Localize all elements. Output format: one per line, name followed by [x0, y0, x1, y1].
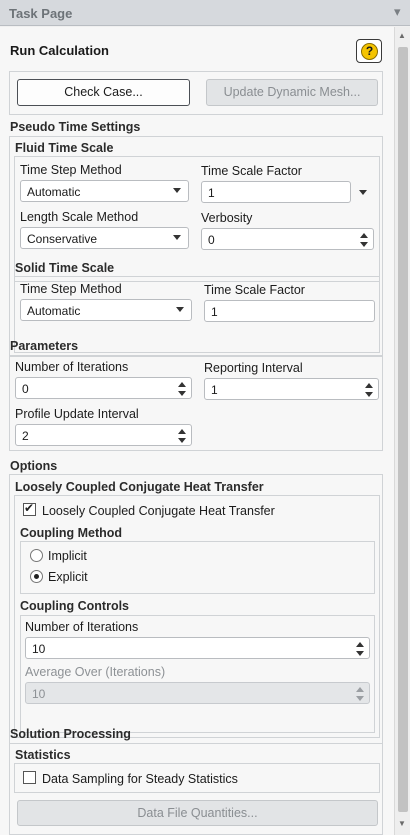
chevron-down-icon: [173, 235, 181, 240]
profile-update-interval-stepper[interactable]: 2: [15, 424, 192, 446]
number-of-iterations-stepper[interactable]: 0: [15, 377, 192, 399]
implicit-radio[interactable]: [30, 549, 43, 562]
verbosity-label: Verbosity: [201, 211, 253, 225]
data-sampling-label[interactable]: Data Sampling for Steady Statistics: [42, 772, 238, 786]
lcht-checkbox-label[interactable]: Loosely Coupled Conjugate Heat Transfer: [42, 504, 275, 518]
fluid-time-scale-factor-input[interactable]: 1: [201, 181, 351, 203]
length-scale-method-value: Conservative: [27, 232, 98, 246]
page-title: Run Calculation: [10, 43, 109, 58]
average-over-stepper[interactable]: 10: [25, 682, 370, 704]
panel-title: Task Page: [9, 6, 73, 21]
verbosity-stepper[interactable]: 0: [201, 228, 374, 250]
fluid-time-scale-factor-value: 1: [208, 186, 215, 200]
task-page-content: Run Calculation ? Check Case... Update D…: [0, 27, 394, 835]
update-dynamic-mesh-button[interactable]: Update Dynamic Mesh...: [206, 79, 378, 106]
vertical-scrollbar[interactable]: ▲ ▼: [394, 27, 410, 835]
verbosity-value: 0: [208, 233, 215, 247]
fluid-time-scale-factor-label: Time Scale Factor: [201, 164, 302, 178]
length-scale-method-select[interactable]: Conservative: [20, 227, 189, 249]
check-case-button[interactable]: Check Case...: [17, 79, 190, 106]
solid-time-step-method-label: Time Step Method: [20, 282, 122, 296]
chevron-down-icon: [176, 307, 184, 312]
fluid-time-step-method-value: Automatic: [27, 185, 81, 199]
number-of-iterations-label: Number of Iterations: [15, 360, 129, 374]
lcht-heading: Loosely Coupled Conjugate Heat Transfer: [15, 480, 264, 494]
reporting-interval-value: 1: [211, 383, 218, 397]
solid-time-scale-heading: Solid Time Scale: [15, 261, 115, 275]
fluid-time-step-method-label: Time Step Method: [20, 163, 122, 177]
coupling-method-heading: Coupling Method: [20, 526, 123, 540]
help-icon: ?: [361, 43, 378, 60]
solid-time-step-method-select[interactable]: Automatic: [20, 299, 192, 321]
average-over-label: Average Over (Iterations): [25, 665, 166, 679]
solution-processing-heading: Solution Processing: [10, 727, 131, 741]
length-scale-method-label: Length Scale Method: [20, 210, 139, 224]
fluid-time-scale-heading: Fluid Time Scale: [15, 141, 114, 155]
scroll-up-icon[interactable]: ▲: [398, 31, 406, 40]
reporting-interval-stepper[interactable]: 1: [204, 378, 379, 400]
data-file-quantities-button[interactable]: Data File Quantities...: [17, 800, 378, 826]
help-button[interactable]: ?: [356, 39, 382, 63]
lcht-checkbox[interactable]: ✔: [23, 501, 36, 516]
coupling-controls-heading: Coupling Controls: [20, 599, 130, 613]
fluid-time-step-method-select[interactable]: Automatic: [20, 180, 189, 202]
pseudo-time-settings-heading: Pseudo Time Settings: [10, 120, 141, 134]
reporting-interval-label: Reporting Interval: [204, 361, 303, 375]
scroll-down-icon[interactable]: ▼: [398, 819, 406, 828]
profile-update-interval-value: 2: [22, 429, 29, 443]
chevron-down-icon[interactable]: [359, 190, 367, 195]
number-of-iterations-value: 0: [22, 382, 29, 396]
task-page-titlebar: Task Page ▾: [0, 0, 410, 26]
chevron-down-icon: [173, 188, 181, 193]
coupling-iterations-value: 10: [32, 642, 46, 656]
profile-update-interval-label: Profile Update Interval: [15, 407, 139, 421]
average-over-value: 10: [32, 687, 46, 701]
chevron-down-icon[interactable]: ▾: [394, 4, 401, 20]
checkmark-icon: ✔: [24, 501, 35, 515]
coupling-iterations-label: Number of Iterations: [25, 620, 139, 634]
solid-time-scale-factor-label: Time Scale Factor: [204, 283, 305, 297]
explicit-radio[interactable]: [30, 570, 43, 583]
solid-time-step-method-value: Automatic: [27, 304, 81, 318]
coupling-iterations-stepper[interactable]: 10: [25, 637, 370, 659]
parameters-heading: Parameters: [10, 339, 79, 353]
statistics-heading: Statistics: [15, 748, 71, 762]
scrollbar-thumb[interactable]: [398, 47, 408, 812]
implicit-radio-label[interactable]: Implicit: [48, 549, 87, 563]
data-sampling-checkbox[interactable]: [23, 771, 36, 784]
explicit-radio-label[interactable]: Explicit: [48, 570, 88, 584]
options-heading: Options: [10, 459, 58, 473]
solid-time-scale-factor-value: 1: [211, 305, 218, 319]
solid-time-scale-factor-input[interactable]: 1: [204, 300, 375, 322]
